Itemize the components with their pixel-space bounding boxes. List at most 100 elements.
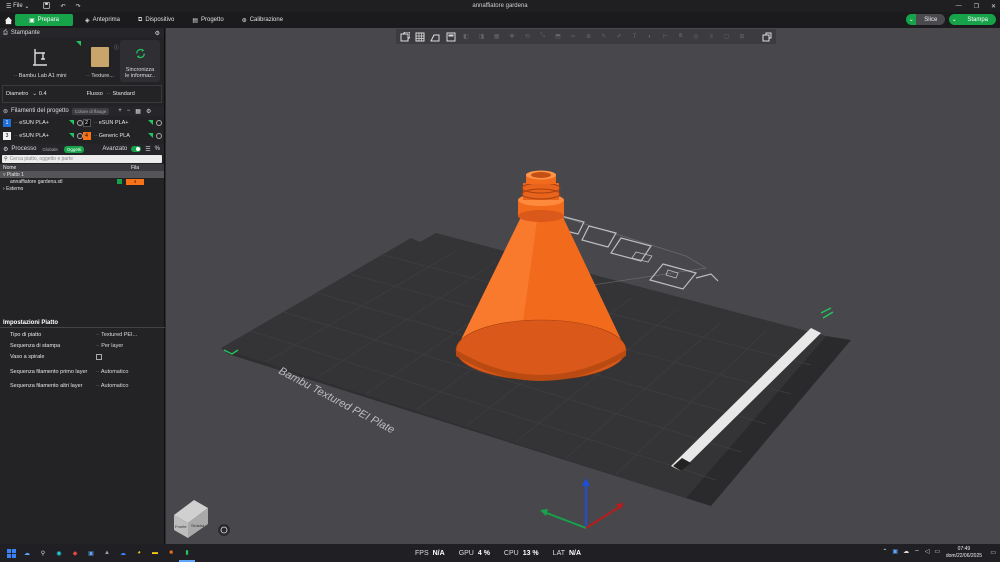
sync-button[interactable]: Sincronizza le informaz..	[120, 40, 160, 82]
chrome-icon[interactable]: ◕	[131, 544, 147, 562]
spiral-vase-checkbox[interactable]	[96, 354, 102, 360]
onedrive-icon[interactable]: ☁	[115, 544, 131, 562]
object-search-input[interactable]: ⚲ Cerca piatto, oggetto e parte	[2, 155, 162, 163]
store-icon[interactable]: ▣	[83, 544, 99, 562]
chevron-up-icon[interactable]: ⌃	[882, 548, 887, 556]
minus-icon[interactable]: −	[127, 108, 131, 115]
collapse-icon: ▿	[3, 171, 6, 178]
tab-dispositivo[interactable]: ⧉ Dispositivo	[132, 14, 180, 26]
nozzle-params: Diametro ⌄ 0.4 Flusso ·· Standard	[2, 85, 162, 103]
filament-color-swatch: 4	[82, 131, 91, 140]
tree-object-row[interactable]: annaffiatore gardena.stl 4	[0, 178, 164, 185]
printer-icon: ⎙	[3, 29, 8, 36]
tab-calibrazione[interactable]: ⊛ Calibrazione	[236, 14, 289, 26]
close-icon[interactable]: ✕	[991, 3, 996, 10]
printer-section-header: ⎙ Stampante ⚙	[0, 28, 164, 38]
print-sequence-select[interactable]: ·· Per layer	[96, 343, 123, 349]
other-layers-sequence-select[interactable]: ·· Automatico	[96, 383, 128, 389]
preview-icon: ◈	[85, 17, 90, 24]
title-bar: ☰ File ⌄ ↶ ↷ annaffiatore gardena — ❐ ✕	[0, 0, 1000, 12]
plate-settings-title: Impostazioni Piatto	[0, 318, 165, 328]
filament-slot-2[interactable]: 2 ·· eSUN PLA+	[82, 118, 162, 127]
weather-icon[interactable]: ☁	[19, 544, 35, 562]
tab-anteprima[interactable]: ◈ Anteprima	[79, 14, 126, 26]
project-icon: ▤	[192, 17, 198, 24]
plate-type-row: Tipo di piatto ·· Textured PEI...	[10, 332, 138, 338]
other-layers-sequence-row: Sequenza filamento altri layer ·· Automa…	[10, 383, 129, 389]
slice-button[interactable]: ⌄ Slice	[906, 14, 946, 25]
windows-start-icon[interactable]	[3, 544, 19, 562]
file-explorer-icon[interactable]: ▬	[147, 544, 163, 562]
printer-selector[interactable]: ·· Bambu Lab A1 mini	[0, 40, 80, 82]
diameter-select[interactable]: ⌄ 0.4	[32, 91, 46, 97]
window-title: annaffiatore gardena	[472, 3, 528, 9]
gear-icon[interactable]: ⚙	[146, 108, 151, 115]
object-filament-badge[interactable]: 4	[126, 178, 144, 185]
view-cube[interactable]: Fronte Sinistra	[174, 500, 208, 538]
filament-slot-4[interactable]: 4 ·· Generic PLA	[82, 131, 162, 140]
undo-icon[interactable]: ↶	[60, 3, 65, 10]
fit-view-icon[interactable]	[218, 524, 230, 536]
volume-icon[interactable]: ◁	[925, 548, 930, 556]
filaments-section-header: ⊜ Filamenti del progetto Colore di flaug…	[0, 106, 164, 116]
minimize-icon[interactable]: —	[956, 3, 962, 9]
slicer-app-icon[interactable]: ■	[163, 544, 179, 562]
filament-color-swatch: 2	[82, 118, 91, 127]
home-icon[interactable]	[1, 12, 15, 28]
print-button[interactable]: ⌄ Stampa	[949, 14, 996, 25]
redo-icon[interactable]: ↷	[75, 3, 80, 10]
objects-tab[interactable]: Oggetti	[63, 145, 85, 153]
spiral-vase-row: Vaso a spirale	[10, 354, 160, 360]
filament-color-swatch: 3	[3, 131, 11, 140]
plate-type-select[interactable]: ·· Textured PEI...	[96, 332, 137, 338]
tree-external-row[interactable]: › Esterno	[0, 185, 164, 192]
defender-icon[interactable]: ▣	[892, 548, 898, 556]
cube-face-side: Sinistra	[191, 523, 205, 528]
edit-circle-icon[interactable]	[156, 119, 162, 126]
file-menu[interactable]: ☰ File ⌄	[6, 3, 29, 10]
system-clock[interactable]: 07:49 dom/22/06/2025	[946, 546, 982, 560]
chevron-down-icon: ⌄	[949, 14, 960, 25]
bambu-studio-icon[interactable]: ▮	[179, 544, 195, 562]
gear-icon[interactable]: ⚙	[155, 30, 160, 37]
object-table-header: Nome Fila	[0, 164, 164, 171]
flow-select[interactable]: ·· Standard	[107, 91, 135, 97]
plate-selector[interactable]: ·· Texture... ⓘ	[80, 40, 120, 82]
flag-icon	[148, 120, 153, 125]
percent-icon[interactable]: %	[155, 146, 160, 152]
device-icon: ⧉	[138, 16, 143, 23]
search-icon: ⚲	[4, 156, 8, 162]
save-icon[interactable]	[43, 1, 51, 11]
global-tab[interactable]: Globale	[39, 146, 61, 153]
restore-icon[interactable]: ❐	[974, 3, 979, 10]
corner-indicator	[76, 41, 81, 46]
first-layer-sequence-select[interactable]: ·· Automatico	[96, 369, 128, 375]
system-tray: ⌃ ▣ ☁ ⌔ ◁ ▭	[882, 548, 940, 556]
cloud-icon[interactable]: ☁	[903, 548, 909, 556]
list-icon[interactable]: ☰	[145, 146, 150, 153]
sync-icon	[135, 40, 146, 67]
filament-settings-icon[interactable]: ▦	[135, 108, 141, 115]
advanced-toggle[interactable]	[131, 146, 142, 152]
add-icon[interactable]: +	[118, 108, 122, 115]
acrobat-icon[interactable]: ◆	[67, 544, 83, 562]
network-icon[interactable]: ⌔	[914, 548, 920, 556]
battery-icon[interactable]: ▭	[934, 548, 940, 556]
scene-canvas: Bambu Textured PEI Plate Fronte Sinistra	[174, 170, 851, 538]
filament-group-tag[interactable]: Colore di flauge	[71, 107, 110, 115]
windows-taskbar: ☁ ⚲ ◉ ◆ ▣ ▲ ☁ ◕ ▬ ■ ▮ FPS N/A GPU 4 % CPU 1…	[0, 544, 1000, 562]
search-icon[interactable]: ⚲	[35, 544, 51, 562]
check-icon[interactable]	[117, 179, 122, 184]
chevron-down-icon: ⌄	[906, 14, 917, 25]
process-icon: ⚙	[3, 146, 9, 153]
drive-icon[interactable]: ▲	[99, 544, 115, 562]
3d-viewport[interactable]: ◧ ◨ ▦ ✥ ⟲ ⤡ ⬒ ✂ ⊕ ✎ ✐ T ◐ ⊢ ⧈ ◎ ≡ ▢ ⊞ Ba…	[166, 28, 1000, 544]
tab-prepara[interactable]: ▣ Prepara	[15, 14, 74, 26]
notification-icon[interactable]: ▭	[990, 549, 996, 556]
tab-progetto[interactable]: ▤ Progetto	[186, 14, 229, 26]
edit-circle-icon[interactable]	[156, 132, 162, 139]
filament-slot-3[interactable]: 3 ·· eSUN PLA+	[3, 131, 83, 140]
edge-icon[interactable]: ◉	[51, 544, 67, 562]
filament-slot-1[interactable]: 1 ·· eSUN PLA+	[3, 118, 83, 127]
tree-plate-row[interactable]: ▿ Piatto 1	[0, 171, 164, 178]
